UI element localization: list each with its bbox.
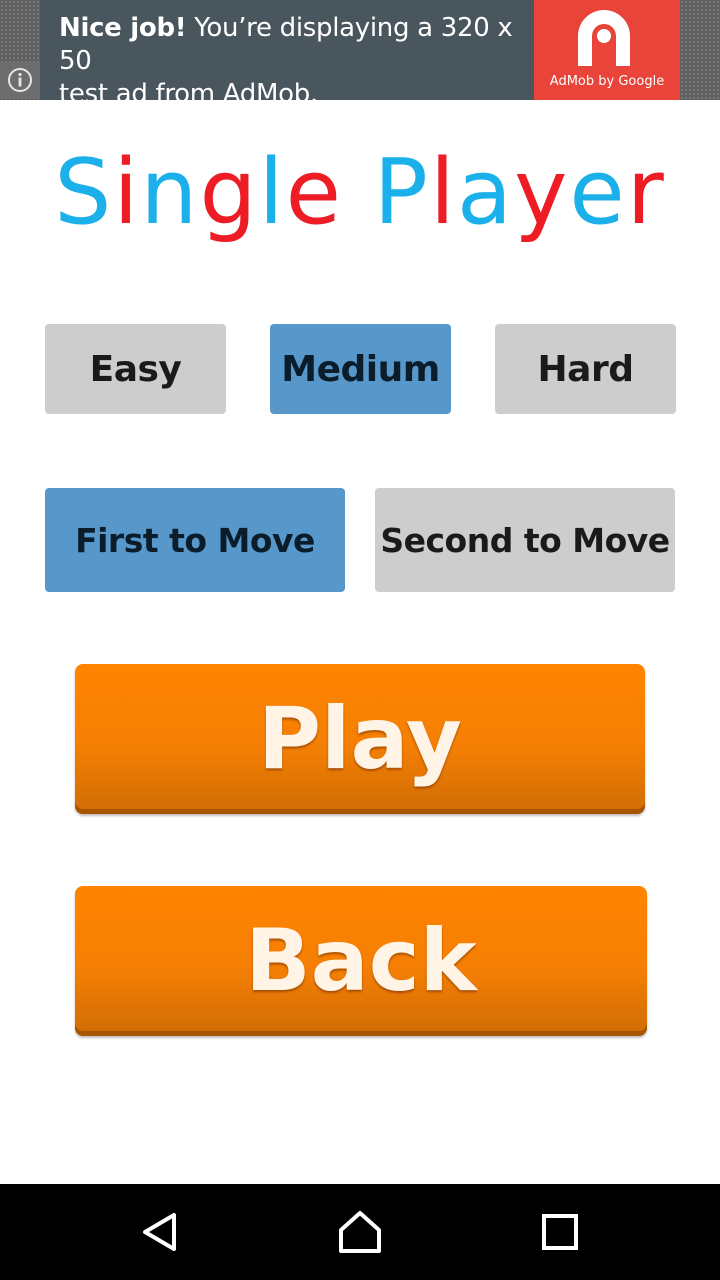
title-letter: r [626, 140, 666, 245]
nav-recent-apps-icon[interactable] [534, 1206, 586, 1258]
title-letter: l [258, 140, 286, 245]
title-letter: a [456, 140, 515, 245]
medium-button[interactable]: Medium [270, 324, 451, 414]
title-letter: S [54, 140, 114, 245]
nav-back-icon[interactable] [134, 1206, 186, 1258]
ad-brand-caption: AdMob by Google [549, 74, 665, 89]
hard-button[interactable]: Hard [495, 324, 676, 414]
play-button[interactable]: Play [75, 664, 645, 814]
title-letter: i [113, 140, 141, 245]
title-letter [343, 140, 374, 245]
screen: Nice job! You’re displaying a 320 x 50 t… [0, 0, 720, 1280]
title-letter: P [373, 140, 430, 245]
ad-banner[interactable]: Nice job! You’re displaying a 320 x 50 t… [40, 0, 534, 109]
nav-home-icon[interactable] [334, 1206, 386, 1258]
title-letter: g [199, 140, 259, 245]
ad-headline: Nice job! You’re displaying a 320 x 50 [59, 12, 534, 78]
title-letter: e [285, 140, 343, 245]
back-button[interactable]: Back [75, 886, 647, 1036]
title-letter: n [140, 140, 200, 245]
ad-line2: test ad from AdMob. [59, 79, 318, 109]
ad-logo-panel[interactable]: AdMob by Google [534, 0, 680, 100]
page-title: Single Player [0, 138, 720, 248]
title-letter: y [514, 140, 570, 245]
title-letter: l [429, 140, 457, 245]
first-to-move-button[interactable]: First to Move [45, 488, 345, 592]
admob-logo-icon [578, 10, 630, 66]
navigation-bar [0, 1184, 720, 1280]
second-to-move-button[interactable]: Second to Move [375, 488, 675, 592]
ad-headline-bold: Nice job! [59, 13, 187, 43]
info-icon[interactable] [0, 62, 40, 98]
easy-button[interactable]: Easy [45, 324, 226, 414]
title-letter: e [569, 140, 627, 245]
